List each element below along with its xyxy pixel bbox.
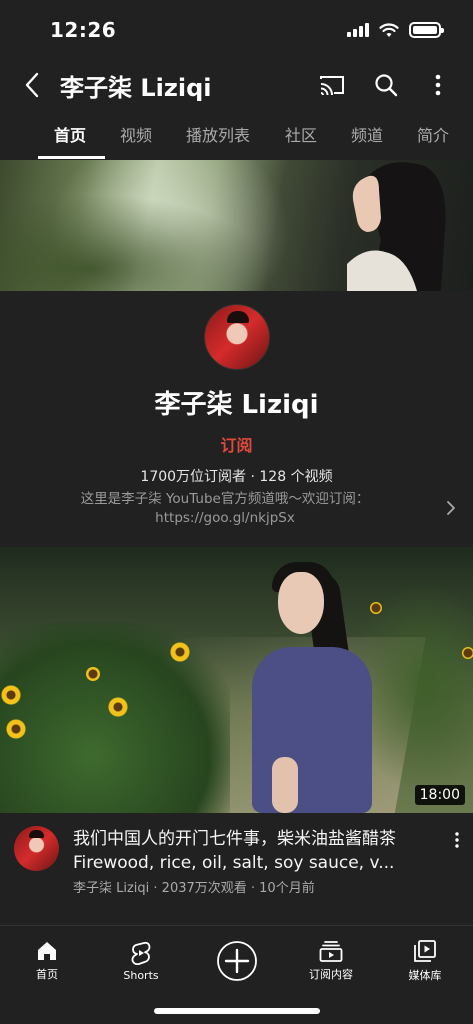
back-button[interactable] bbox=[14, 65, 50, 105]
video-channel-avatar[interactable] bbox=[14, 826, 59, 871]
channel-name: 李子柒 Liziqi bbox=[154, 390, 319, 420]
tab-home[interactable]: 首页 bbox=[54, 122, 86, 146]
channel-banner bbox=[0, 160, 473, 291]
banner-person-image bbox=[347, 162, 446, 291]
channel-description[interactable]: 这里是李子柒 YouTube官方频道哦～欢迎订阅：https://goo.gl/… bbox=[20, 490, 430, 528]
video-duration: 18:00 bbox=[414, 785, 465, 805]
subscriptions-icon bbox=[319, 941, 343, 962]
search-icon bbox=[375, 74, 398, 97]
nav-home[interactable]: 首页 bbox=[12, 926, 82, 996]
battery-icon bbox=[409, 22, 444, 38]
tab-channels[interactable]: 频道 bbox=[351, 122, 383, 146]
tab-playlists[interactable]: 播放列表 bbox=[186, 122, 250, 146]
home-indicator bbox=[154, 1008, 320, 1014]
status-time: 12:26 bbox=[50, 18, 117, 42]
wifi-icon bbox=[379, 22, 399, 37]
cast-icon bbox=[320, 76, 344, 96]
signal-icon bbox=[347, 23, 369, 37]
nav-shorts[interactable]: Shorts bbox=[106, 926, 176, 996]
nav-shorts-label: Shorts bbox=[123, 968, 159, 982]
subscribe-button[interactable]: 订阅 bbox=[0, 432, 473, 456]
tab-about[interactable]: 简介 bbox=[417, 122, 449, 146]
nav-library[interactable]: 媒体库 bbox=[390, 926, 460, 996]
status-icons bbox=[347, 22, 444, 38]
status-bar: 12:26 bbox=[0, 0, 473, 60]
search-button[interactable] bbox=[366, 65, 406, 105]
channel-avatar[interactable] bbox=[204, 304, 270, 370]
chevron-right-icon bbox=[447, 501, 455, 515]
shorts-icon bbox=[131, 941, 151, 965]
nav-subscriptions-label: 订阅内容 bbox=[309, 968, 353, 981]
channel-stats: 1700万位订阅者 · 128 个视频 bbox=[140, 469, 333, 485]
video-channel-line: 李子柒 Liziqi · 2037万次观看 · 10个月前 bbox=[73, 881, 315, 896]
video-title[interactable]: 我们中国人的开门七件事，柴米油盐酱醋茶 Firewood, rice, oil,… bbox=[73, 827, 435, 875]
create-icon bbox=[217, 941, 257, 981]
video-more-button[interactable] bbox=[446, 827, 468, 853]
video-thumbnail[interactable] bbox=[0, 547, 473, 813]
home-icon bbox=[38, 942, 56, 960]
more-vert-icon bbox=[435, 74, 441, 96]
create-button[interactable] bbox=[202, 926, 272, 996]
library-icon bbox=[414, 940, 436, 962]
nav-subscriptions[interactable]: 订阅内容 bbox=[295, 926, 367, 996]
more-options-button[interactable] bbox=[418, 65, 458, 105]
tab-community[interactable]: 社区 bbox=[285, 122, 317, 146]
video-meta: 我们中国人的开门七件事，柴米油盐酱醋茶 Firewood, rice, oil,… bbox=[0, 813, 473, 923]
app-bar: 李子柒 Liziqi bbox=[0, 60, 473, 110]
chevron-left-icon bbox=[25, 72, 39, 98]
more-vert-icon bbox=[455, 832, 459, 848]
cast-button[interactable] bbox=[312, 65, 352, 105]
active-tab-indicator bbox=[38, 156, 105, 159]
page-title: 李子柒 Liziqi bbox=[60, 74, 212, 102]
nav-home-label: 首页 bbox=[36, 968, 58, 981]
description-expand-button[interactable] bbox=[440, 496, 462, 520]
nav-library-label: 媒体库 bbox=[408, 969, 442, 982]
channel-tabs: 首页 视频 播放列表 社区 频道 简介 bbox=[0, 110, 473, 160]
tab-videos[interactable]: 视频 bbox=[120, 122, 152, 146]
